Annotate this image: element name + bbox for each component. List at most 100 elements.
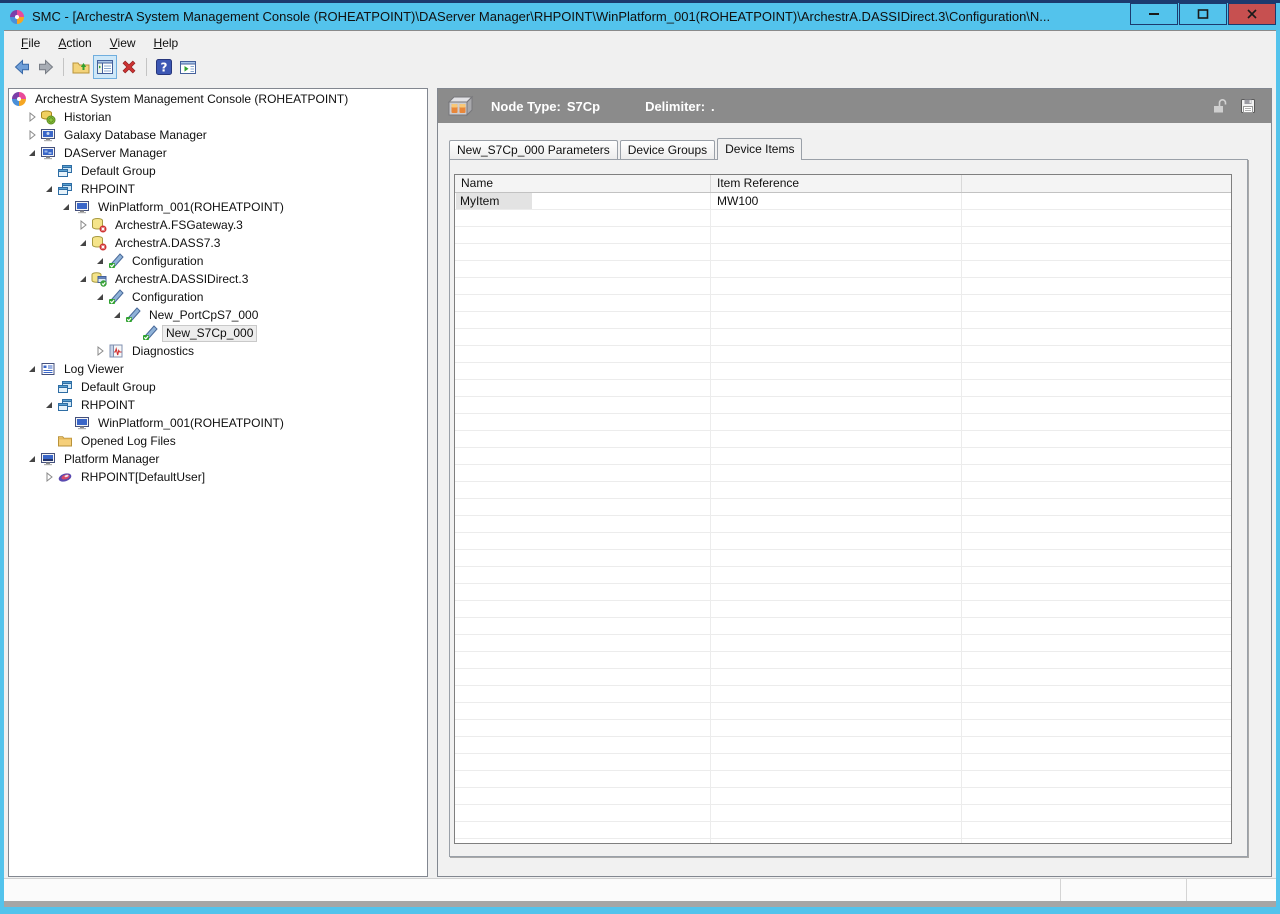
forward-arrow-icon bbox=[36, 57, 56, 77]
back-arrow-icon bbox=[12, 57, 32, 77]
minimize-button[interactable] bbox=[1130, 3, 1178, 25]
tree-item-label: RHPOINT bbox=[78, 182, 138, 197]
cell-name bbox=[455, 516, 711, 532]
tab-new-s7cp-000-parameters[interactable]: New_S7Cp_000 Parameters bbox=[449, 140, 618, 159]
daserver-error-icon bbox=[91, 217, 107, 233]
menu-file[interactable]: File bbox=[12, 33, 49, 53]
cell-item-reference bbox=[711, 754, 962, 770]
cell-name bbox=[455, 737, 711, 753]
name-value[interactable]: MyItem bbox=[456, 193, 532, 209]
folder-icon bbox=[57, 433, 73, 449]
tree-item-daserver-manager[interactable]: DAServer Manager bbox=[9, 144, 427, 162]
expander-collapsed-icon[interactable] bbox=[24, 127, 40, 143]
tree-item-label: ArchestrA.FSGateway.3 bbox=[112, 218, 246, 233]
tree-item-diagnostics[interactable]: Diagnostics bbox=[9, 342, 427, 360]
expander-expanded-icon[interactable] bbox=[75, 271, 91, 287]
log-viewer-icon bbox=[40, 361, 56, 377]
menu-action[interactable]: Action bbox=[49, 33, 100, 53]
table-row-empty bbox=[455, 618, 1231, 635]
table-row-empty bbox=[455, 550, 1231, 567]
title-bar[interactable]: SMC - [ArchestrA System Management Conso… bbox=[0, 3, 1280, 30]
tree-item-label: ArchestrA System Management Console (ROH… bbox=[32, 92, 351, 107]
console-tree[interactable]: ArchestrA System Management Console (ROH… bbox=[8, 88, 428, 877]
cell-item-reference[interactable]: MW100 bbox=[711, 193, 962, 209]
expander-expanded-icon[interactable] bbox=[24, 451, 40, 467]
column-header-blank[interactable] bbox=[962, 175, 1231, 192]
tree-item-archestra-dassidirect-3[interactable]: ArchestrA.DASSIDirect.3 bbox=[9, 270, 427, 288]
cell-name bbox=[455, 261, 711, 277]
table-row[interactable]: MyItem MW100 bbox=[455, 193, 1231, 210]
column-header-name[interactable]: Name bbox=[455, 175, 711, 192]
tree-item-archestra-system-management-console-roheatpoint[interactable]: ArchestrA System Management Console (ROH… bbox=[9, 90, 427, 108]
close-button[interactable] bbox=[1228, 3, 1276, 25]
tree-item-rhpoint[interactable]: RHPOINT bbox=[9, 396, 427, 414]
tree-item-configuration[interactable]: Configuration bbox=[9, 252, 427, 270]
tree-item-default-group[interactable]: Default Group bbox=[9, 162, 427, 180]
unlock-button[interactable] bbox=[1211, 97, 1229, 115]
table-row-empty bbox=[455, 533, 1231, 550]
tree-item-new-portcps7-000[interactable]: New_PortCpS7_000 bbox=[9, 306, 427, 324]
expander-expanded-icon[interactable] bbox=[24, 361, 40, 377]
expander-expanded-icon[interactable] bbox=[75, 235, 91, 251]
expander-expanded-icon[interactable] bbox=[24, 145, 40, 161]
expander-collapsed-icon[interactable] bbox=[41, 469, 57, 485]
expander-expanded-icon[interactable] bbox=[58, 199, 74, 215]
tab-device-groups[interactable]: Device Groups bbox=[620, 140, 715, 159]
table-row-empty bbox=[455, 414, 1231, 431]
tree-item-archestra-dass7-3[interactable]: ArchestrA.DASS7.3 bbox=[9, 234, 427, 252]
tree-item-configuration[interactable]: Configuration bbox=[9, 288, 427, 306]
galaxy-db-icon bbox=[40, 127, 56, 143]
tree-item-galaxy-database-manager[interactable]: Galaxy Database Manager bbox=[9, 126, 427, 144]
delete-button[interactable] bbox=[117, 55, 141, 79]
back-button[interactable] bbox=[10, 55, 34, 79]
expander-collapsed-icon[interactable] bbox=[92, 343, 108, 359]
table-row-empty bbox=[455, 329, 1231, 346]
maximize-button[interactable] bbox=[1179, 3, 1227, 25]
expander-expanded-icon[interactable] bbox=[41, 181, 57, 197]
cell-item-reference bbox=[711, 635, 962, 651]
menu-view[interactable]: View bbox=[101, 33, 145, 53]
column-header-item-reference[interactable]: Item Reference bbox=[711, 175, 962, 192]
cell-name[interactable]: MyItem bbox=[455, 193, 711, 209]
cell-item-reference bbox=[711, 788, 962, 804]
up-one-level-button[interactable] bbox=[69, 55, 93, 79]
table-row-empty bbox=[455, 771, 1231, 788]
tree-item-new-s7cp-000[interactable]: New_S7Cp_000 bbox=[9, 324, 427, 342]
help-button[interactable]: ? bbox=[152, 55, 176, 79]
tree-item-log-viewer[interactable]: Log Viewer bbox=[9, 360, 427, 378]
diagnostics-icon bbox=[108, 343, 124, 359]
configuration-icon bbox=[125, 307, 141, 323]
forward-button[interactable] bbox=[34, 55, 58, 79]
expander-expanded-icon[interactable] bbox=[92, 289, 108, 305]
table-row-empty bbox=[455, 210, 1231, 227]
show-console-tree-button[interactable] bbox=[93, 55, 117, 79]
tree-item-winplatform-001-roheatpoint[interactable]: WinPlatform_001(ROHEATPOINT) bbox=[9, 198, 427, 216]
expander-expanded-icon[interactable] bbox=[109, 307, 125, 323]
expander-collapsed-icon[interactable] bbox=[24, 109, 40, 125]
table-row-empty bbox=[455, 397, 1231, 414]
details-pane: Node Type: S7Cp Delimiter: . New_S7Cp_00… bbox=[437, 88, 1272, 877]
expander-slot bbox=[126, 325, 142, 341]
tree-item-rhpoint[interactable]: RHPOINT bbox=[9, 180, 427, 198]
tree-item-rhpoint-defaultuser[interactable]: RHPOINT[DefaultUser] bbox=[9, 468, 427, 486]
tree-item-archestra-fsgateway-3[interactable]: ArchestrA.FSGateway.3 bbox=[9, 216, 427, 234]
cell-blank bbox=[962, 618, 1231, 634]
tree-item-default-group[interactable]: Default Group bbox=[9, 378, 427, 396]
tab-device-items[interactable]: Device Items bbox=[717, 138, 802, 160]
expander-collapsed-icon[interactable] bbox=[75, 217, 91, 233]
tree-item-platform-manager[interactable]: Platform Manager bbox=[9, 450, 427, 468]
tree-item-historian[interactable]: Historian bbox=[9, 108, 427, 126]
tree-item-label: New_PortCpS7_000 bbox=[146, 308, 261, 323]
cell-name bbox=[455, 652, 711, 668]
tree-item-winplatform-001-roheatpoint[interactable]: WinPlatform_001(ROHEATPOINT) bbox=[9, 414, 427, 432]
expander-expanded-icon[interactable] bbox=[41, 397, 57, 413]
cell-item-reference bbox=[711, 380, 962, 396]
tree-item-opened-log-files[interactable]: Opened Log Files bbox=[9, 432, 427, 450]
properties-button[interactable] bbox=[176, 55, 200, 79]
expander-expanded-icon[interactable] bbox=[92, 253, 108, 269]
save-button[interactable] bbox=[1239, 97, 1257, 115]
cell-item-reference bbox=[711, 414, 962, 430]
cell-item-reference bbox=[711, 703, 962, 719]
menu-help[interactable]: Help bbox=[145, 33, 188, 53]
cell-blank bbox=[962, 703, 1231, 719]
